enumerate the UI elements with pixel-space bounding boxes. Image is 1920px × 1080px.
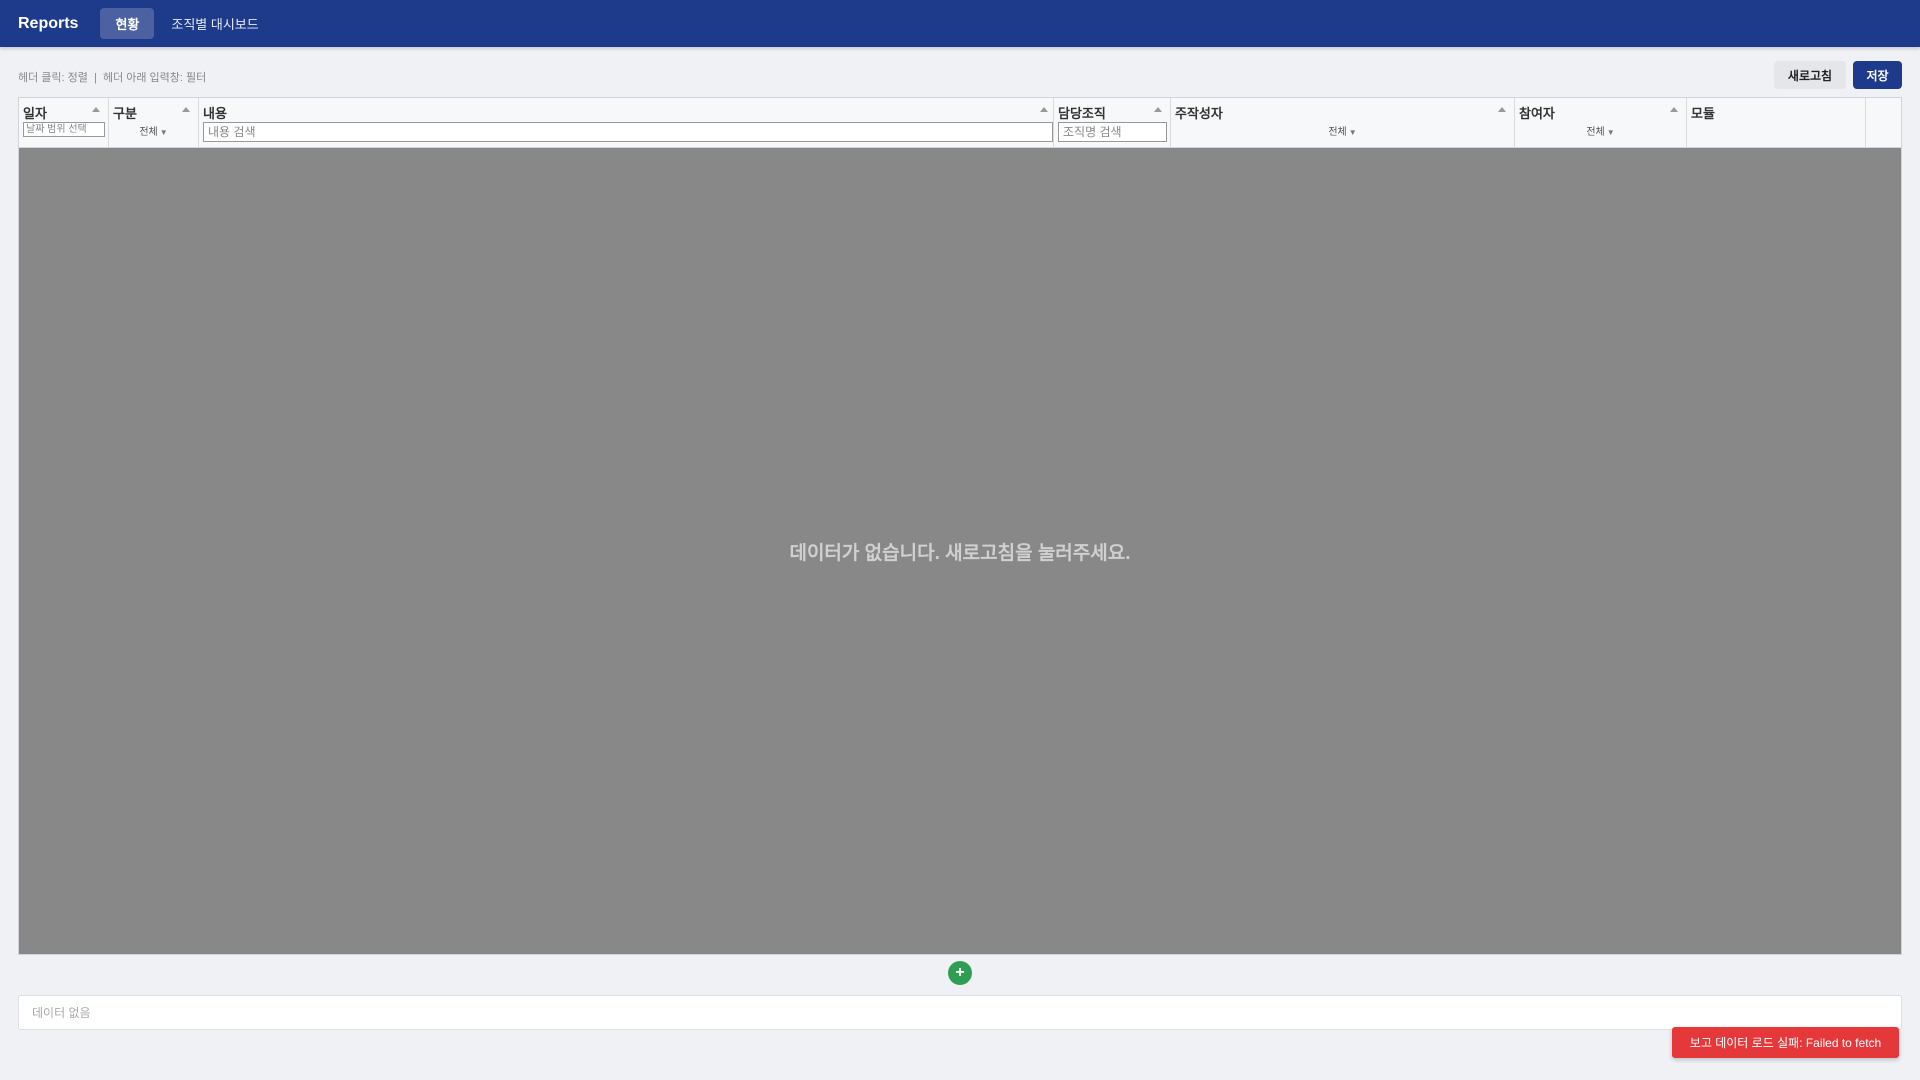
column-org-title: 담당조직: [1058, 106, 1106, 121]
column-main-author-title: 주작성자: [1175, 106, 1223, 121]
author-filter-value: 전체: [1328, 127, 1347, 138]
top-nav-bar: Reports 현황 조직별 대시보드: [0, 0, 1920, 47]
chevron-down-icon: ▼: [1606, 128, 1615, 137]
app-brand: Reports: [18, 14, 79, 32]
error-toast[interactable]: 보고 데이터 로드 실패: Failed to fetch: [1672, 1027, 1899, 1058]
grid-header: 일자 구분 전체▼ 내용 담당조직 주작성자 전체▼: [19, 98, 1901, 148]
sort-icon[interactable]: [1670, 107, 1678, 112]
save-button[interactable]: 저장: [1853, 61, 1902, 89]
participants-filter-value: 전체: [1586, 127, 1605, 138]
column-org[interactable]: 담당조직: [1054, 98, 1171, 148]
tab-org-dashboard[interactable]: 조직별 대시보드: [156, 8, 273, 39]
add-row-button[interactable]: +: [948, 961, 972, 985]
column-module-title: 모듈: [1691, 106, 1715, 121]
column-date-title: 일자: [23, 106, 47, 121]
column-content[interactable]: 내용: [199, 98, 1054, 148]
refresh-button[interactable]: 새로고침: [1774, 61, 1846, 89]
sort-icon[interactable]: [1154, 107, 1162, 112]
column-participants-title: 참여자: [1519, 106, 1555, 121]
content-search-input[interactable]: [203, 122, 1053, 142]
report-grid: 일자 구분 전체▼ 내용 담당조직 주작성자 전체▼: [18, 97, 1902, 955]
chevron-down-icon: ▼: [1348, 128, 1357, 137]
column-category-title: 구분: [113, 106, 137, 121]
toolbar-hint: 헤더 클릭: 정렬 | 헤더 아래 입력창: 필터: [18, 72, 207, 84]
sort-icon[interactable]: [1498, 107, 1506, 112]
column-participants[interactable]: 참여자 전체 ▼: [1515, 98, 1687, 148]
sort-icon[interactable]: [1040, 107, 1048, 112]
category-filter-select[interactable]: 전체 ▼: [109, 123, 198, 138]
sort-icon[interactable]: [182, 107, 190, 112]
column-main-author[interactable]: 주작성자 전체 ▼: [1171, 98, 1515, 148]
column-actions: [1866, 98, 1901, 148]
bottom-panel-text: 데이터 없음: [32, 1006, 91, 1020]
participants-filter-select[interactable]: 전체 ▼: [1515, 123, 1686, 138]
tab-status[interactable]: 현황: [100, 8, 155, 39]
org-search-input[interactable]: [1058, 122, 1167, 142]
category-filter-value: 전체: [139, 127, 158, 138]
author-filter-select[interactable]: 전체 ▼: [1171, 123, 1514, 138]
date-range-filter[interactable]: [23, 122, 105, 137]
column-date[interactable]: 일자: [19, 98, 109, 148]
column-content-title: 내용: [203, 106, 227, 121]
column-module[interactable]: 모듈: [1687, 98, 1866, 148]
sort-icon[interactable]: [92, 107, 100, 112]
bottom-panel: 데이터 없음: [18, 995, 1902, 1030]
chevron-down-icon: ▼: [159, 128, 168, 137]
error-toast-message: 보고 데이터 로드 실패: Failed to fetch: [1689, 1036, 1882, 1050]
column-category[interactable]: 구분 전체 ▼: [109, 98, 199, 148]
empty-state-message: 데이터가 없습니다. 새로고침을 눌러주세요.: [789, 542, 1131, 564]
